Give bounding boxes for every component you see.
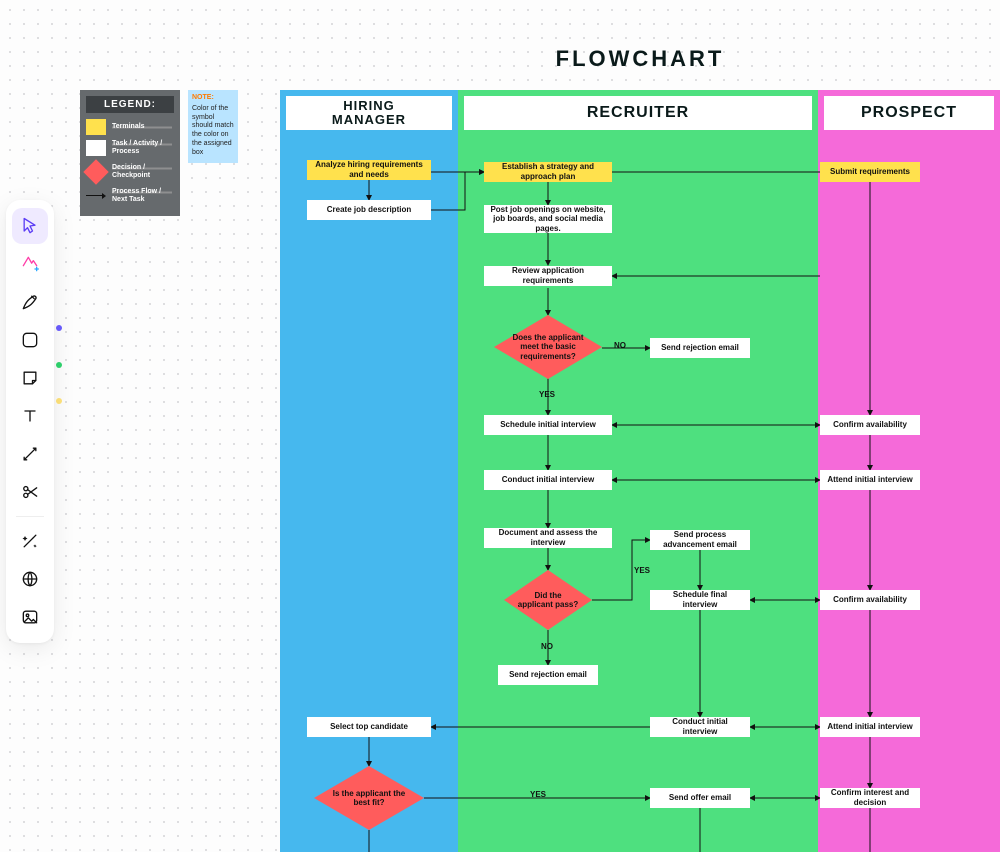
flowchart-board[interactable]: HIRING MANAGER RECRUITER PROSPECT: [280, 90, 1000, 852]
node-p-confirm1[interactable]: Confirm availability: [820, 415, 920, 435]
note-heading: NOTE:: [192, 94, 234, 103]
node-r-strategy[interactable]: Establish a strategy and approach plan: [484, 162, 612, 182]
text-tool[interactable]: [12, 398, 48, 434]
globe-tool[interactable]: [12, 561, 48, 597]
node-r-review[interactable]: Review application requirements: [484, 266, 612, 286]
node-p-attend2[interactable]: Attend initial interview: [820, 717, 920, 737]
node-p-attend1[interactable]: Attend initial interview: [820, 470, 920, 490]
edge-label-no1: NO: [614, 341, 626, 350]
tool-indicator-sticky: [56, 398, 62, 404]
legend-swatch-decision: [83, 159, 108, 184]
legend-panel[interactable]: LEGEND: Terminals Task / Activity / Proc…: [80, 90, 180, 216]
edge-label-yes3: YES: [530, 790, 546, 799]
edge-label-yes1: YES: [539, 390, 555, 399]
legend-swatch-terminal: [86, 119, 106, 135]
connector-tool[interactable]: [12, 436, 48, 472]
node-p-confirm2[interactable]: Confirm availability: [820, 590, 920, 610]
note-body: Color of the symbol should match the col…: [192, 105, 234, 158]
node-r-advance[interactable]: Send process advancement email: [650, 530, 750, 550]
legend-label-process: Task / Activity / Process: [112, 140, 172, 155]
node-hm-jobdesc[interactable]: Create job description: [307, 200, 431, 220]
node-hm-analyze[interactable]: Analyze hiring requirements and needs: [307, 160, 431, 180]
legend-label-decision: Decision / Checkpoint: [112, 164, 172, 179]
node-r-basicreq[interactable]: Does the applicant meet the basic requir…: [494, 315, 602, 379]
scissors-tool[interactable]: [12, 474, 48, 510]
lane-header-hiring-manager: HIRING MANAGER: [286, 96, 452, 130]
page-title: FLOWCHART: [280, 46, 1000, 72]
note-sticky[interactable]: NOTE: Color of the symbol should match t…: [188, 90, 238, 163]
node-r-post[interactable]: Post job openings on website, job boards…: [484, 205, 612, 233]
lane-header-prospect: PROSPECT: [824, 96, 994, 130]
toolbar-divider: [16, 516, 44, 517]
node-r-reject1[interactable]: Send rejection email: [650, 338, 750, 358]
node-p-confirm-int[interactable]: Confirm interest and decision: [820, 788, 920, 808]
image-tool[interactable]: [12, 599, 48, 635]
legend-swatch-process: [86, 140, 106, 156]
node-r-pass[interactable]: Did the applicant pass?: [504, 570, 592, 630]
legend-swatch-flow: [86, 192, 106, 200]
node-r-assess[interactable]: Document and assess the interview: [484, 528, 612, 548]
node-hm-bestfit[interactable]: Is the applicant the best fit?: [314, 766, 424, 830]
node-r-conduct2[interactable]: Conduct initial interview: [650, 717, 750, 737]
node-r-offer[interactable]: Send offer email: [650, 788, 750, 808]
legend-label-terminal: Terminals: [112, 123, 172, 131]
node-r-conduct1[interactable]: Conduct initial interview: [484, 470, 612, 490]
sticky-tool[interactable]: [12, 360, 48, 396]
node-r-schedule1[interactable]: Schedule initial interview: [484, 415, 612, 435]
node-p-submit[interactable]: Submit requirements: [820, 162, 920, 182]
legend-label-flow: Process Flow / Next Task: [112, 188, 172, 203]
node-r-schedule-final[interactable]: Schedule final interview: [650, 590, 750, 610]
edge-label-yes2: YES: [634, 566, 650, 575]
shape-tool[interactable]: [12, 322, 48, 358]
lane-header-recruiter: RECRUITER: [464, 96, 812, 130]
legend-title: LEGEND:: [86, 96, 174, 113]
pen-tool[interactable]: [12, 284, 48, 320]
edge-label-no2: NO: [541, 642, 553, 651]
tool-indicator-shape: [56, 362, 62, 368]
tool-indicator-pen: [56, 325, 62, 331]
magic-tool[interactable]: [12, 523, 48, 559]
node-r-reject2[interactable]: Send rejection email: [498, 665, 598, 685]
ai-tool[interactable]: [12, 246, 48, 282]
select-tool[interactable]: [12, 208, 48, 244]
left-toolbar: [6, 200, 54, 643]
node-hm-select[interactable]: Select top candidate: [307, 717, 431, 737]
